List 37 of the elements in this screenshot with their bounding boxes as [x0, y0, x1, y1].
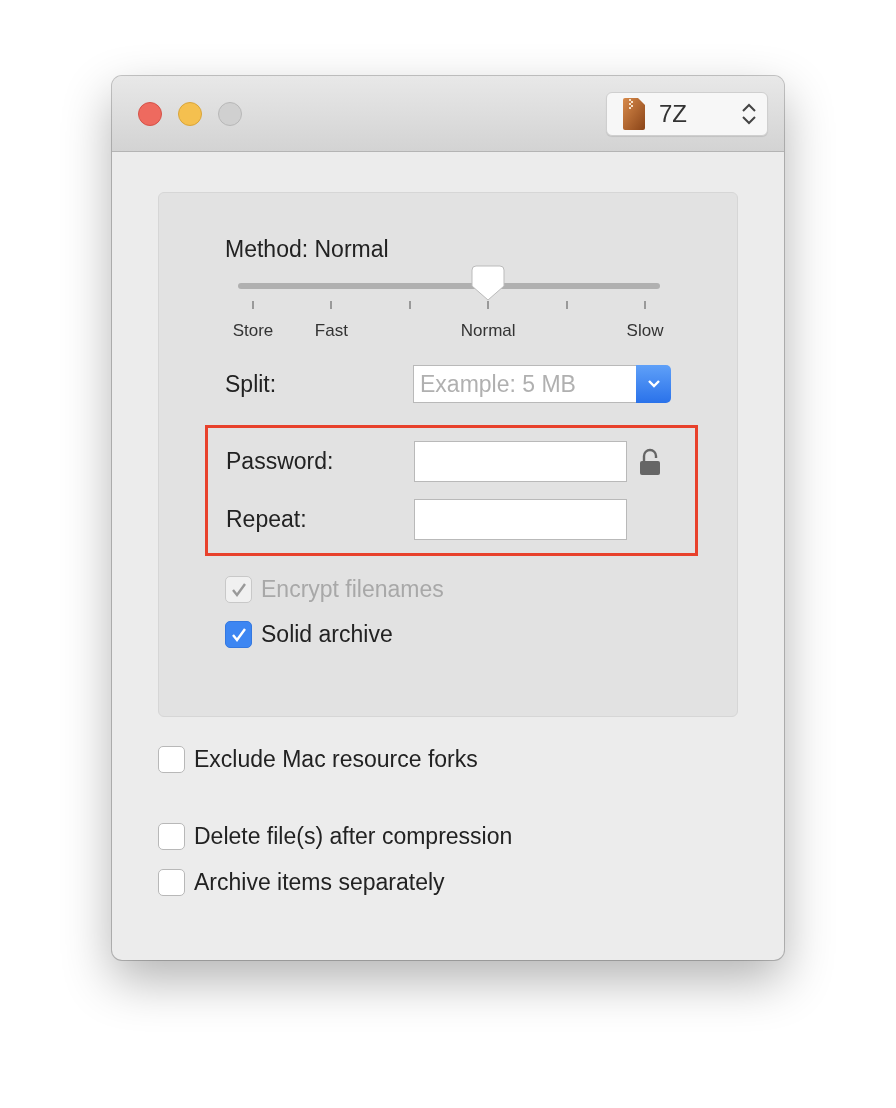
- tick-label: Normal: [460, 321, 516, 341]
- close-button[interactable]: [138, 101, 162, 126]
- minimize-button[interactable]: [178, 101, 202, 126]
- checkbox-option[interactable]: Delete file(s) after compression: [158, 823, 513, 850]
- tick-label: Fast: [314, 321, 348, 341]
- zoom-button[interactable]: [218, 101, 242, 126]
- checkbox[interactable]: [158, 746, 185, 773]
- lock-icon[interactable]: [639, 447, 661, 476]
- checkbox[interactable]: [225, 621, 252, 648]
- method-label: Method: Normal: [225, 235, 390, 264]
- checkbox[interactable]: [158, 869, 185, 896]
- format-dropdown[interactable]: 7Z: [606, 91, 768, 136]
- password-label: Password:: [226, 448, 335, 475]
- checkmark-icon: [229, 626, 248, 643]
- repeat-label: Repeat:: [226, 506, 308, 533]
- archive-file-icon: [623, 97, 645, 130]
- tick-label: Slow: [626, 321, 664, 341]
- slider-thumb[interactable]: [471, 265, 506, 301]
- slider-tick: [644, 301, 646, 309]
- up-down-chevron-icon: [741, 102, 757, 125]
- slider-tick: [252, 301, 254, 309]
- slider-tick: [487, 301, 490, 309]
- chevron-down-icon: [646, 379, 661, 389]
- checkbox[interactable]: [158, 823, 185, 850]
- dropdown-button[interactable]: [636, 365, 671, 403]
- password-field[interactable]: [414, 441, 627, 482]
- repeat-field[interactable]: [414, 499, 627, 540]
- checkbox-option[interactable]: Archive items separately: [158, 869, 445, 896]
- slider-tick: [330, 301, 333, 309]
- checkbox-option[interactable]: Exclude Mac resource forks: [158, 746, 478, 773]
- split-label: Split:: [225, 370, 278, 398]
- tick-label: Store: [232, 321, 274, 341]
- slider-tick: [408, 301, 411, 309]
- slider-tick: [565, 301, 568, 309]
- checkmark-icon: [229, 581, 248, 598]
- checkbox-option[interactable]: Solid archive: [225, 621, 393, 648]
- compression-slider[interactable]: [238, 265, 660, 301]
